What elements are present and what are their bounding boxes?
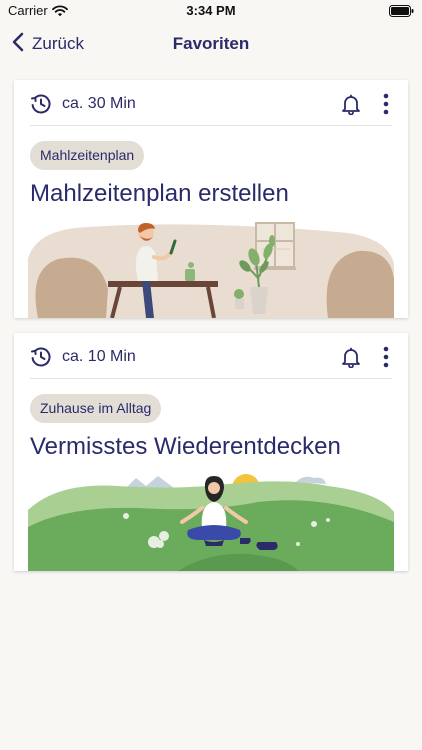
more-options-icon[interactable] <box>382 93 390 120</box>
favorite-card[interactable]: ca. 30 Min Mahlzeitenplan Mahlzeitenplan… <box>14 80 408 318</box>
favorite-card[interactable]: ca. 10 Min Zuhause im Alltag Vermisstes … <box>14 333 408 571</box>
card-title: Mahlzeitenplan erstellen <box>30 180 289 207</box>
back-button[interactable]: Zurück <box>12 30 84 58</box>
bell-icon[interactable] <box>340 93 362 120</box>
more-options-icon[interactable] <box>382 346 390 373</box>
bell-icon[interactable] <box>340 346 362 373</box>
navigation-bar: Zurück Favoriten <box>0 24 422 64</box>
clock-time: 3:34 PM <box>186 3 236 18</box>
timer-icon <box>30 93 52 120</box>
chevron-left-icon <box>12 32 24 57</box>
category-tag: Zuhause im Alltag <box>30 394 162 423</box>
status-bar: Carrier 3:34 PM <box>0 0 422 22</box>
category-tag: Mahlzeitenplan <box>30 141 145 170</box>
card-header: ca. 30 Min <box>30 80 392 126</box>
card-header: ca. 10 Min <box>30 333 392 379</box>
meal-planning-illustration <box>28 222 394 318</box>
duration-label: ca. 10 Min <box>62 348 136 365</box>
card-title: Vermisstes Wiederentdecken <box>30 433 341 460</box>
battery-icon <box>389 4 414 22</box>
meditation-illustration <box>28 474 394 571</box>
timer-icon <box>30 346 52 373</box>
duration-label: ca. 30 Min <box>62 95 136 112</box>
back-label: Zurück <box>32 34 84 53</box>
